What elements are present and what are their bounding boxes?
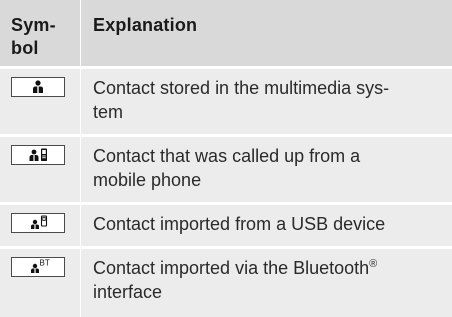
explanation-cell: Contact imported from a USB device bbox=[81, 205, 452, 246]
table-row: Contact imported from a USB device bbox=[0, 205, 452, 246]
table-header-row: Sym-bol Explanation bbox=[0, 0, 452, 66]
contact-usb-icon bbox=[11, 213, 65, 233]
symbol-cell: BT bbox=[0, 249, 80, 317]
header-symbol-label: Sym-bol bbox=[11, 15, 56, 58]
header-explanation-cell: Explanation bbox=[81, 0, 452, 66]
symbol-cell bbox=[0, 137, 80, 202]
explanation-text: Contact stored in the multimedia sys-tem bbox=[93, 78, 390, 122]
explanation-text: Contact that was called up from a mobile … bbox=[93, 146, 361, 190]
table-row: BT Contact imported via the Bluetooth® in… bbox=[0, 249, 452, 317]
bt-badge: BT bbox=[40, 259, 50, 268]
explanation-text: Contact imported via the Bluetooth® inter… bbox=[93, 258, 378, 302]
explanation-text: Contact imported from a USB device bbox=[93, 214, 386, 234]
contact-bluetooth-icon: BT bbox=[11, 257, 65, 277]
header-explanation-label: Explanation bbox=[93, 15, 198, 35]
contact-multimedia-icon bbox=[11, 77, 65, 97]
table-row: Contact that was called up from a mobile … bbox=[0, 137, 452, 202]
symbol-cell bbox=[0, 205, 80, 246]
table-row: Contact stored in the multimedia sys-tem bbox=[0, 69, 452, 134]
header-symbol-cell: Sym-bol bbox=[0, 0, 80, 66]
contact-mobile-phone-icon bbox=[11, 145, 65, 165]
explanation-cell: Contact stored in the multimedia sys-tem bbox=[81, 69, 452, 134]
explanation-cell: Contact that was called up from a mobile … bbox=[81, 137, 452, 202]
explanation-cell: Contact imported via the Bluetooth® inter… bbox=[81, 249, 452, 317]
symbol-explanation-table: Sym-bol Explanation Contact stored in th… bbox=[0, 0, 452, 317]
symbol-cell bbox=[0, 69, 80, 134]
